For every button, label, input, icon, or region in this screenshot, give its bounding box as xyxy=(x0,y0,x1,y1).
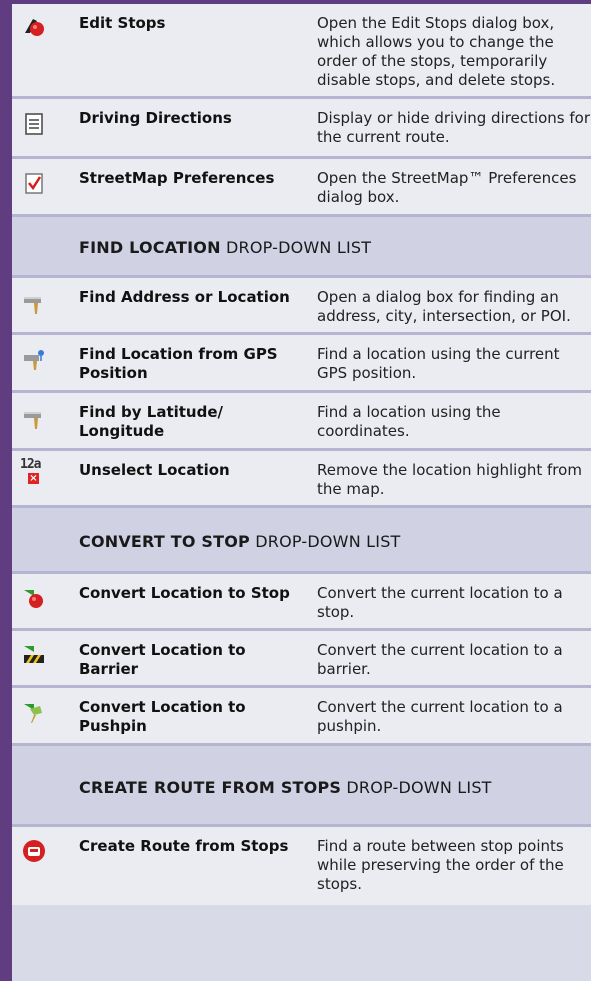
table-row-convert-to-barrier: Convert Location to Barrier Convert the … xyxy=(12,631,591,688)
command-name: Find Location from GPS Position xyxy=(79,345,278,382)
edit-stops-icon xyxy=(22,13,46,37)
command-description: Open a dialog box for finding an address… xyxy=(317,288,571,325)
convert-to-barrier-icon xyxy=(22,643,46,667)
command-name: Convert Location to Pushpin xyxy=(79,698,246,735)
command-description: Open the Edit Stops dialog box, which al… xyxy=(317,14,556,89)
command-description: Convert the current location to a pushpi… xyxy=(317,698,563,735)
command-description: Remove the location highlight from the m… xyxy=(317,461,582,498)
command-description: Find a location using the coordinates. xyxy=(317,403,501,440)
command-name: Find by Latitude/ Longitude xyxy=(79,403,223,440)
command-name: Unselect Location xyxy=(79,461,230,479)
table-row-convert-to-stop: Convert Location to Stop Convert the cur… xyxy=(12,574,591,631)
command-name: StreetMap Preferences xyxy=(79,169,275,187)
command-name: Edit Stops xyxy=(79,14,166,32)
command-description: Convert the current location to a barrie… xyxy=(317,641,563,678)
table-row-find-latlong: Find by Latitude/ Longitude Find a locat… xyxy=(12,393,591,451)
command-description: Find a location using the current GPS po… xyxy=(317,345,560,382)
driving-directions-icon xyxy=(22,112,46,136)
table-row-find-address: Find Address or Location Open a dialog b… xyxy=(12,278,591,335)
command-description: Find a route between stop points while p… xyxy=(317,837,564,893)
table-row-edit-stops: Edit Stops Open the Edit Stops dialog bo… xyxy=(12,4,591,99)
table-row-convert-to-pushpin: Convert Location to Pushpin Convert the … xyxy=(12,688,591,746)
section-heading: CONVERT TO STOP DROP-DOWN LIST xyxy=(79,532,401,551)
command-description: Open the StreetMap™ Preferences dialog b… xyxy=(317,169,577,206)
command-name: Create Route from Stops xyxy=(79,837,289,855)
find-address-icon xyxy=(22,292,46,316)
table-row-unselect-location: 12a × Unselect Location Remove the locat… xyxy=(12,451,591,508)
convert-to-stop-icon xyxy=(22,586,46,610)
find-gps-icon xyxy=(22,348,46,372)
section-header-convert-to-stop: CONVERT TO STOP DROP-DOWN LIST xyxy=(12,508,591,574)
command-name: Convert Location to Stop xyxy=(79,584,290,602)
table-row-streetmap-preferences: StreetMap Preferences Open the StreetMap… xyxy=(12,159,591,217)
create-route-icon xyxy=(22,839,46,863)
command-name: Find Address or Location xyxy=(79,288,290,306)
find-latlong-icon xyxy=(22,407,46,431)
command-description: Display or hide driving directions for t… xyxy=(317,109,591,146)
section-header-find-location: FIND LOCATION DROP-DOWN LIST xyxy=(12,217,591,278)
command-name: Convert Location to Barrier xyxy=(79,641,246,678)
command-name: Driving Directions xyxy=(79,109,232,127)
table-row-driving-directions: Driving Directions Display or hide drivi… xyxy=(12,99,591,159)
convert-to-pushpin-icon xyxy=(22,700,46,724)
table-row-find-gps: Find Location from GPS Position Find a l… xyxy=(12,335,591,393)
sidebar-band xyxy=(0,0,12,981)
command-description: Convert the current location to a stop. xyxy=(317,584,563,621)
command-table: Edit Stops Open the Edit Stops dialog bo… xyxy=(12,4,591,905)
section-heading: FIND LOCATION DROP-DOWN LIST xyxy=(79,238,372,257)
table-row-create-route: Create Route from Stops Find a route bet… xyxy=(12,827,591,905)
streetmap-preferences-icon xyxy=(22,171,46,195)
unselect-location-icon: 12a × xyxy=(20,457,41,484)
section-heading: CREATE ROUTE FROM STOPS DROP-DOWN LIST xyxy=(79,778,492,797)
section-header-create-route: CREATE ROUTE FROM STOPS DROP-DOWN LIST xyxy=(12,746,591,827)
